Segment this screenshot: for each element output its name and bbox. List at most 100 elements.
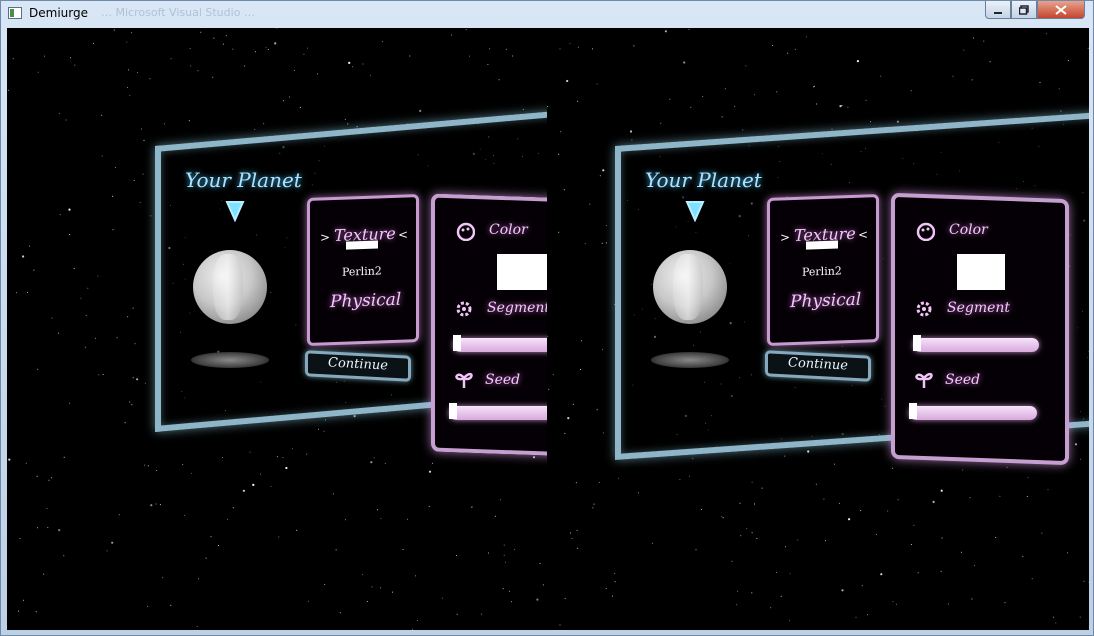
star [596, 83, 598, 85]
minimize-button[interactable] [985, 1, 1011, 19]
star [382, 41, 384, 43]
texture-panel: > Texture < Perlin2 Physical [307, 194, 419, 346]
segment-slider-handle[interactable] [453, 335, 461, 351]
star [12, 58, 14, 60]
title-bar[interactable]: Demiurge … Microsoft Visual Studio … [1, 1, 1093, 27]
segment-slider[interactable] [913, 338, 1039, 352]
star [664, 30, 667, 33]
close-button[interactable] [1037, 1, 1085, 19]
star [739, 502, 741, 504]
your-planet-heading: Your Planet [645, 168, 762, 192]
star [35, 611, 37, 613]
star [614, 581, 616, 583]
star [190, 65, 192, 67]
star [892, 467, 893, 469]
star [569, 532, 571, 534]
sprout-icon [455, 372, 473, 388]
star [505, 48, 507, 50]
color-swatch[interactable] [497, 254, 547, 290]
star [605, 588, 607, 590]
star [278, 536, 280, 538]
star [87, 287, 89, 289]
star [323, 430, 325, 432]
render-viewport[interactable]: Your Planet > Texture < Perlin2 Physical… [7, 28, 1089, 630]
star [380, 517, 382, 519]
star [548, 388, 550, 390]
star [917, 572, 919, 574]
seed-slider[interactable] [909, 406, 1037, 420]
star [745, 65, 747, 67]
star [761, 487, 763, 489]
star [456, 613, 458, 615]
star [913, 524, 915, 526]
star [564, 432, 566, 434]
star [1047, 489, 1049, 491]
seed-slider-handle[interactable] [909, 403, 917, 419]
segment-slider-handle[interactable] [913, 335, 921, 351]
star [856, 60, 859, 63]
star [841, 105, 843, 106]
star [197, 70, 199, 72]
star [633, 45, 635, 47]
star [428, 505, 430, 507]
star [218, 545, 219, 546]
star [170, 58, 172, 60]
seed-label: Seed [945, 372, 981, 388]
star [205, 557, 207, 559]
star [1031, 578, 1033, 580]
physical-label[interactable]: Physical [330, 290, 401, 312]
star [112, 229, 114, 231]
star [471, 506, 473, 508]
maximize-button[interactable] [1011, 1, 1037, 19]
continue-button[interactable]: Continue [305, 350, 411, 382]
star [441, 597, 443, 599]
texture-prev-arrow[interactable]: > [320, 230, 330, 244]
planet-preview[interactable] [653, 250, 727, 324]
star [631, 139, 633, 141]
star [353, 415, 356, 418]
star [227, 518, 229, 520]
star [132, 377, 134, 379]
star [577, 46, 579, 48]
physical-label[interactable]: Physical [790, 290, 861, 312]
star [841, 589, 844, 592]
star [133, 179, 135, 181]
star [952, 75, 954, 77]
star [751, 481, 753, 483]
star [127, 316, 129, 318]
star [823, 498, 825, 500]
texture-next-arrow[interactable]: < [398, 227, 408, 241]
star [142, 173, 144, 175]
star [503, 554, 505, 556]
star [143, 139, 145, 141]
star [1004, 602, 1006, 604]
star [695, 549, 697, 551]
texture-prev-arrow[interactable]: > [780, 230, 790, 244]
color-label: Color [489, 222, 528, 238]
color-swatch[interactable] [957, 254, 1005, 290]
texture-next-arrow[interactable]: < [858, 227, 868, 241]
continue-button[interactable]: Continue [765, 350, 871, 382]
seed-slider[interactable] [449, 406, 547, 420]
star [593, 503, 595, 505]
star [345, 519, 346, 521]
seed-slider-handle[interactable] [449, 403, 457, 419]
star [688, 29, 690, 30]
star [638, 492, 639, 494]
star [973, 564, 975, 566]
star [498, 79, 500, 81]
segment-slider[interactable] [453, 338, 547, 352]
star [18, 610, 19, 612]
star [489, 48, 491, 50]
star [776, 91, 778, 93]
star [16, 292, 17, 294]
star [332, 493, 334, 495]
star [839, 105, 842, 108]
star [814, 85, 815, 87]
star [972, 37, 974, 39]
planet-preview[interactable] [193, 250, 267, 324]
star [255, 51, 257, 53]
star [539, 562, 541, 564]
star [721, 116, 723, 118]
star [270, 486, 272, 487]
